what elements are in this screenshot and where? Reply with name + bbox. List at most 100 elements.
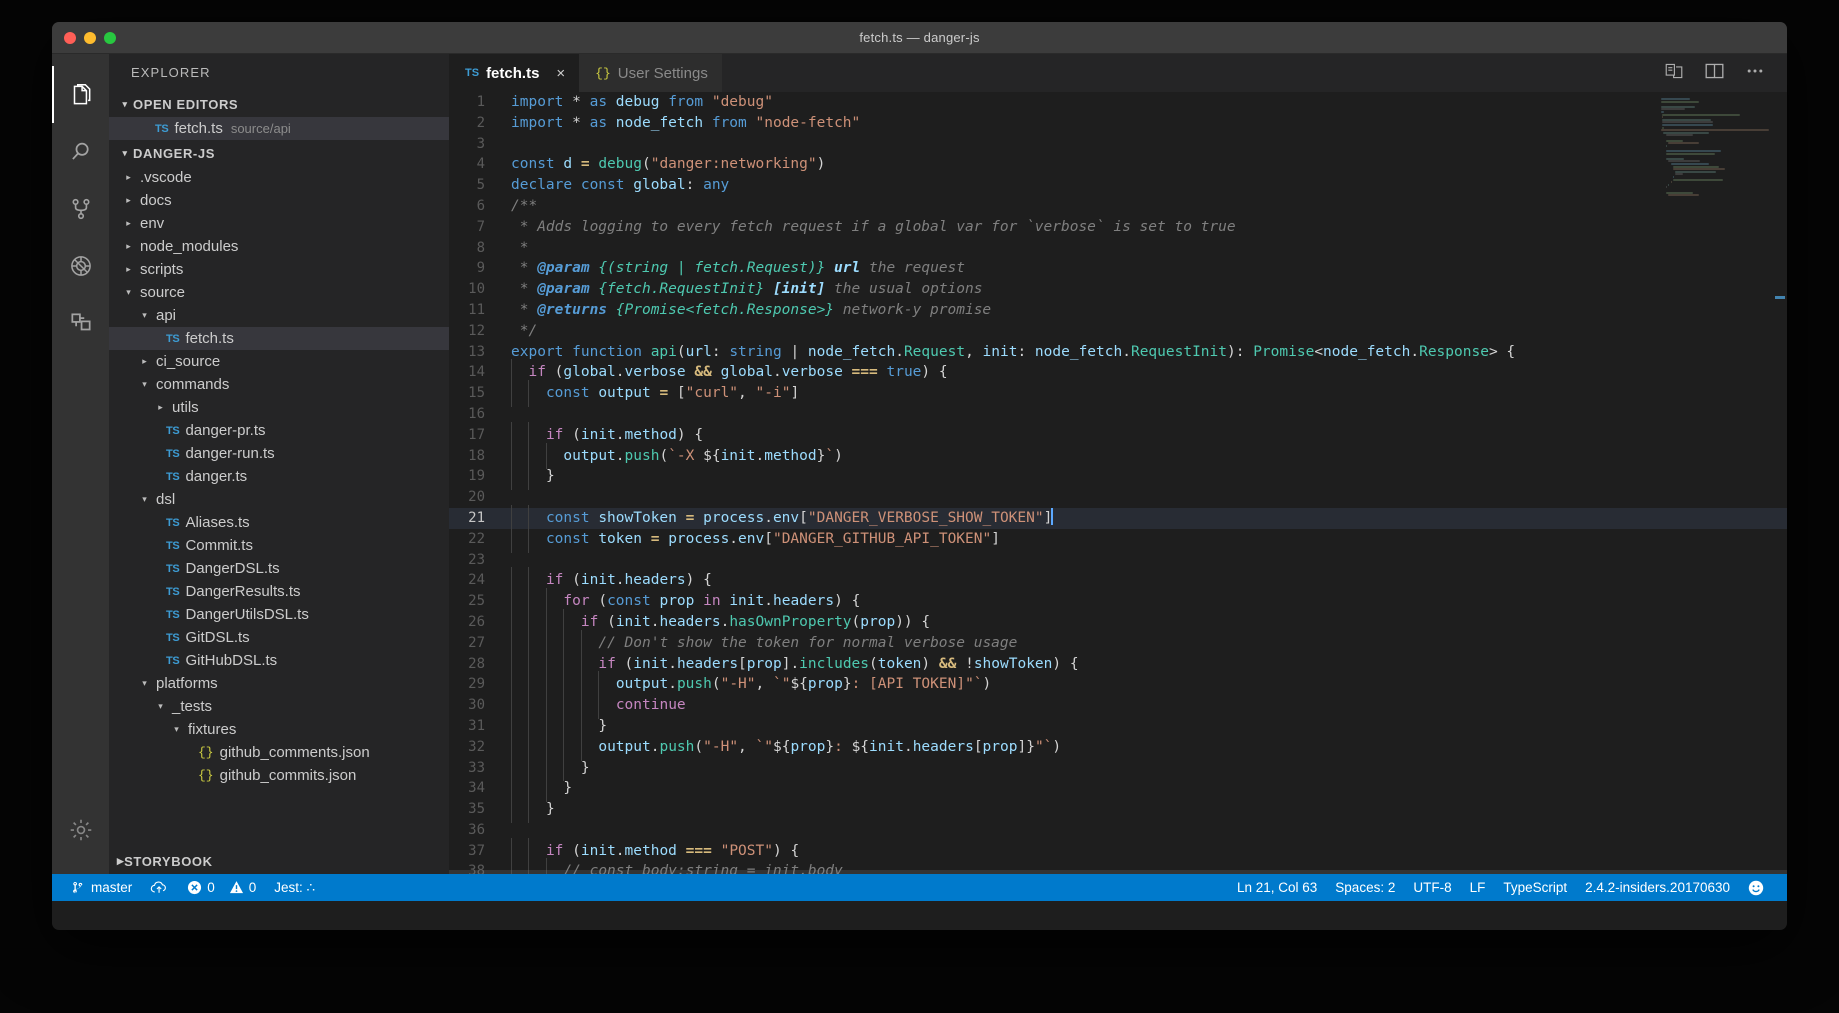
status-sync[interactable]: [141, 874, 178, 901]
tree-item-ci-source[interactable]: ▸ ci_source: [109, 350, 449, 373]
code-text: * @param {(string | fetch.Request)} url …: [519, 260, 966, 277]
tree-item-dangerutilsdsl-ts[interactable]: TS DangerUtilsDSL.ts: [109, 603, 449, 626]
code-line[interactable]: 12 */: [449, 321, 1787, 342]
code-lines[interactable]: 1 import * as debug from "debug" 2 import *…: [449, 92, 1787, 874]
status-eol[interactable]: LF: [1461, 874, 1495, 901]
status-branch[interactable]: master: [64, 874, 141, 901]
zoom-window-button[interactable]: [104, 32, 116, 44]
tree-item-api[interactable]: ▾ api: [109, 304, 449, 327]
tree-item-tests[interactable]: ▾ _tests: [109, 695, 449, 718]
status-feedback[interactable]: [1739, 874, 1773, 901]
code-line[interactable]: 25 for (const prop in init.headers) {: [449, 588, 1787, 615]
close-window-button[interactable]: [64, 32, 76, 44]
status-language-mode[interactable]: TypeScript: [1494, 874, 1576, 901]
code-line[interactable]: 17 if (init.method) {: [449, 421, 1787, 449]
code-line[interactable]: 11 * @returns {Promise<fetch.Response>} …: [449, 300, 1787, 321]
code-line[interactable]: 23: [449, 550, 1787, 571]
code-line[interactable]: 37 if (init.method === "POST") {: [449, 837, 1787, 865]
open-editor-item-fetch-ts[interactable]: TS fetch.ts source/api: [109, 117, 449, 140]
code-line[interactable]: 10 * @param {fetch.RequestInit} [init] t…: [449, 279, 1787, 300]
tree-item-fetch-ts[interactable]: TS fetch.ts: [109, 327, 449, 350]
code-line[interactable]: 19 }: [449, 463, 1787, 490]
activitybar-item-settings[interactable]: [52, 801, 109, 858]
tree-item-utils[interactable]: ▸ utils: [109, 396, 449, 419]
code-line[interactable]: 2 import * as node_fetch from "node-fetch…: [449, 113, 1787, 134]
window-traffic-lights[interactable]: [64, 32, 116, 44]
code-line[interactable]: 21 const showToken = process.env["DANGER…: [449, 504, 1787, 532]
code-line[interactable]: 1 import * as debug from "debug": [449, 92, 1787, 113]
code-line[interactable]: 29 output.push("-H", `"${prop}: [API TOK…: [449, 671, 1787, 698]
tree-item-commit-ts[interactable]: TS Commit.ts: [109, 534, 449, 557]
close-icon[interactable]: ×: [556, 66, 565, 81]
tree-item-dangerdsl-ts[interactable]: TS DangerDSL.ts: [109, 557, 449, 580]
tab-fetch-ts[interactable]: TS fetch.ts ×: [449, 54, 580, 92]
status-indentation[interactable]: Spaces: 2: [1326, 874, 1404, 901]
code-line[interactable]: 26 if (init.headers.hasOwnProperty(prop)…: [449, 608, 1787, 636]
tree-item-scripts[interactable]: ▸ scripts: [109, 258, 449, 281]
code-line[interactable]: 8 *: [449, 238, 1787, 259]
tree-item-danger-run-ts[interactable]: TS danger-run.ts: [109, 442, 449, 465]
activitybar-item-extensions[interactable]: [52, 294, 109, 351]
tree-item-github-comments-json[interactable]: {} github_comments.json: [109, 741, 449, 764]
code-line[interactable]: 32 output.push("-H", `"${prop}: ${init.h…: [449, 733, 1787, 761]
code-line[interactable]: 34 }: [449, 775, 1787, 802]
code-line[interactable]: 20: [449, 487, 1787, 508]
tree-item-githubdsl-ts[interactable]: TS GitHubDSL.ts: [109, 649, 449, 672]
activitybar-item-search[interactable]: [52, 123, 109, 180]
horizontal-scrollbar[interactable]: [449, 870, 1787, 874]
status-version[interactable]: 2.4.2-insiders.20170630: [1576, 874, 1739, 901]
tree-item-fixtures[interactable]: ▾ fixtures: [109, 718, 449, 741]
minimize-window-button[interactable]: [84, 32, 96, 44]
status-jest[interactable]: Jest: ∴: [265, 874, 324, 901]
storybook-section-header[interactable]: ▸ STORYBOOK: [109, 848, 449, 874]
split-editor-icon[interactable]: [1704, 62, 1725, 85]
tree-item-aliases-ts[interactable]: TS Aliases.ts: [109, 511, 449, 534]
tree-item-danger-ts[interactable]: TS danger.ts: [109, 465, 449, 488]
tree-item-gitdsl-ts[interactable]: TS GitDSL.ts: [109, 626, 449, 649]
code-line[interactable]: 5 declare const global: any: [449, 175, 1787, 196]
tree-item-dsl[interactable]: ▾ dsl: [109, 488, 449, 511]
status-problems[interactable]: 0 0: [178, 874, 265, 901]
ts-icon: TS: [166, 470, 180, 483]
code-line[interactable]: 30 continue: [449, 692, 1787, 719]
code-line[interactable]: 9 * @param {(string | fetch.Request)} ur…: [449, 258, 1787, 279]
tree-item-docs[interactable]: ▸ docs: [109, 189, 449, 212]
code-line[interactable]: 15 const output = ["curl", "-i"]: [449, 380, 1787, 407]
activitybar-item-debug[interactable]: [52, 237, 109, 294]
tree-item-platforms[interactable]: ▾ platforms: [109, 672, 449, 695]
code-line[interactable]: 14 if (global.verbose && global.verbose …: [449, 359, 1787, 386]
code-line[interactable]: 3: [449, 134, 1787, 155]
code-line[interactable]: 18 output.push(`-X ${init.method}`): [449, 442, 1787, 470]
open-editors-section-header[interactable]: ▾ OPEN EDITORS: [109, 91, 449, 117]
tree-item-dangerresults-ts[interactable]: TS DangerResults.ts: [109, 580, 449, 603]
project-section-header[interactable]: ▾ DANGER-JS: [109, 140, 449, 166]
code-line[interactable]: 28 if (init.headers[prop].includes(token…: [449, 650, 1787, 678]
tree-item-danger-pr-ts[interactable]: TS danger-pr.ts: [109, 419, 449, 442]
code-line[interactable]: 7 * Adds logging to every fetch request …: [449, 217, 1787, 238]
tree-item-commands[interactable]: ▾ commands: [109, 373, 449, 396]
activitybar-item-source-control[interactable]: [52, 180, 109, 237]
tree-item-node-modules[interactable]: ▸ node_modules: [109, 235, 449, 258]
tree-item-env[interactable]: ▸ env: [109, 212, 449, 235]
code-line[interactable]: 13 export function api(url: string | node…: [449, 342, 1787, 363]
tree-item-github-commits-json[interactable]: {} github_commits.json: [109, 764, 449, 787]
code-line[interactable]: 6 /**: [449, 196, 1787, 217]
code-line[interactable]: 24 if (init.headers) {: [449, 567, 1787, 594]
tree-item-vscode[interactable]: ▸ .vscode: [109, 166, 449, 189]
code-line[interactable]: 31 }: [449, 712, 1787, 740]
code-line[interactable]: 36: [449, 820, 1787, 841]
code-line[interactable]: 16: [449, 404, 1787, 425]
code-line[interactable]: 33 }: [449, 754, 1787, 782]
code-editor[interactable]: 1 import * as debug from "debug" 2 import *…: [449, 92, 1787, 874]
code-line[interactable]: 27 // Don't show the token for normal ve…: [449, 629, 1787, 657]
code-line[interactable]: 22 const token = process.env["DANGER_GIT…: [449, 525, 1787, 553]
open-changes-icon[interactable]: [1664, 62, 1684, 85]
tree-item-source[interactable]: ▾ source: [109, 281, 449, 304]
status-cursor-position[interactable]: Ln 21, Col 63: [1228, 874, 1326, 901]
code-line[interactable]: 4 const d = debug("danger:networking"): [449, 154, 1787, 175]
more-actions-icon[interactable]: [1745, 62, 1765, 85]
tab-user-settings[interactable]: {} User Settings: [579, 54, 722, 92]
code-line[interactable]: 35 }: [449, 796, 1787, 823]
status-encoding[interactable]: UTF-8: [1404, 874, 1460, 901]
activitybar-item-explorer[interactable]: [52, 66, 109, 123]
